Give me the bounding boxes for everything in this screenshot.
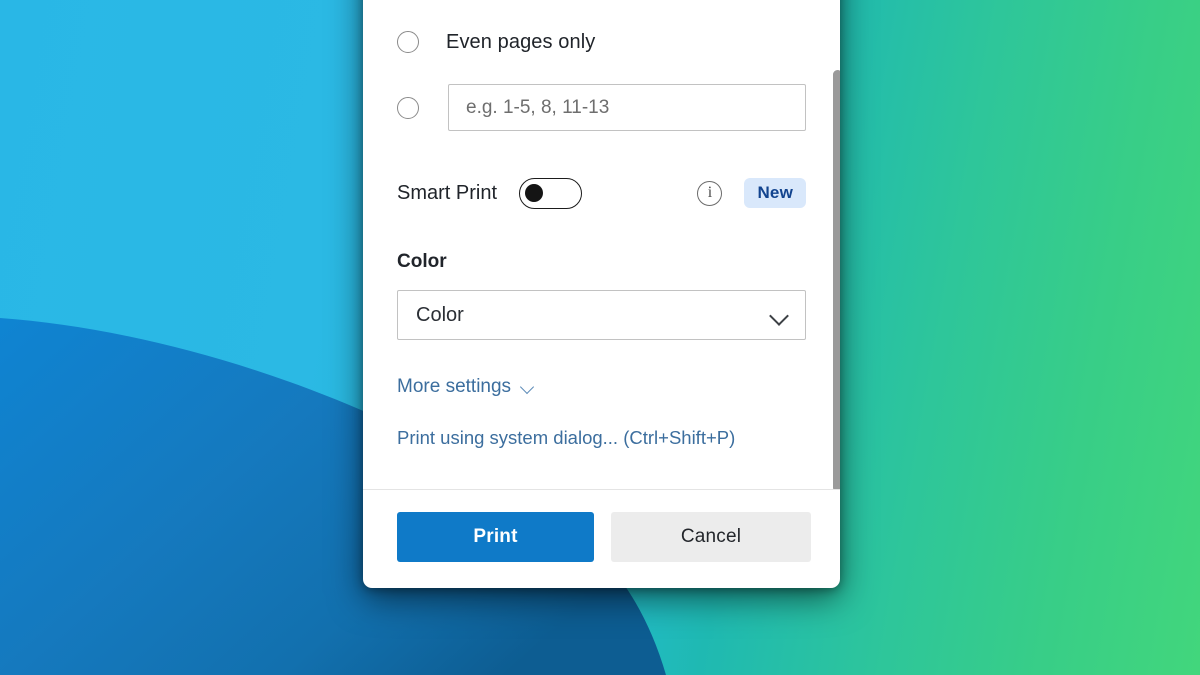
info-icon[interactable]: i xyxy=(697,180,723,206)
scrollbar-thumb[interactable] xyxy=(833,70,840,489)
print-using-system-dialog-link[interactable]: Print using system dialog... (Ctrl+Shift… xyxy=(397,427,735,449)
print-button[interactable]: Print xyxy=(397,512,594,562)
chevron-down-icon xyxy=(770,306,789,325)
print-dialog: Even pages only Smart Print i New Color … xyxy=(363,0,840,588)
color-select[interactable]: Color xyxy=(397,290,806,340)
smart-print-label: Smart Print xyxy=(397,181,498,204)
color-select-value: Color xyxy=(416,303,464,326)
color-section-title: Color xyxy=(397,251,447,272)
radio-option-custom-range[interactable] xyxy=(397,84,806,131)
print-dialog-body: Even pages only Smart Print i New Color … xyxy=(363,0,840,489)
more-settings-toggle[interactable]: More settings xyxy=(397,376,535,398)
toggle-knob-icon xyxy=(525,184,544,202)
custom-range-input[interactable] xyxy=(448,84,806,131)
radio-option-even-pages[interactable]: Even pages only xyxy=(397,20,806,64)
more-settings-label: More settings xyxy=(397,376,512,397)
new-badge: New xyxy=(744,178,806,208)
cancel-button[interactable]: Cancel xyxy=(611,512,811,562)
smart-print-row: Smart Print i New xyxy=(397,175,806,211)
radio-custom-range-icon[interactable] xyxy=(397,96,419,119)
clipped-top-area xyxy=(397,0,806,16)
scrollbar-track[interactable] xyxy=(832,0,840,489)
chevron-down-small-icon xyxy=(521,381,535,395)
radio-even-pages-icon[interactable] xyxy=(397,31,419,53)
smart-print-toggle[interactable] xyxy=(519,177,583,209)
print-dialog-footer: Print Cancel xyxy=(363,489,840,588)
radio-even-pages-label: Even pages only xyxy=(446,30,596,53)
